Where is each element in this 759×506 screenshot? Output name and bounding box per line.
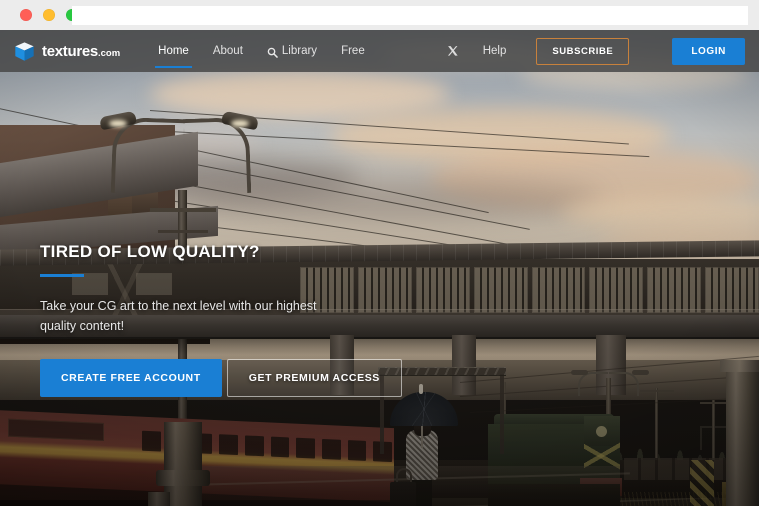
platform-column-cap — [720, 360, 759, 372]
street-lamp-arm — [609, 372, 639, 396]
street-lamp-head — [632, 370, 649, 375]
hero-cta-group: CREATE FREE ACCOUNT GET PREMIUM ACCESS — [40, 358, 460, 397]
close-window-button[interactable] — [20, 9, 32, 21]
bridge-window — [647, 267, 702, 313]
logo-name: textures — [42, 42, 98, 60]
train-window — [244, 435, 264, 457]
bridge-window — [589, 267, 644, 313]
logo-wordmark: textures.com — [42, 44, 120, 59]
street-lamp-crossarm — [158, 230, 208, 233]
site-navbar: textures.com Home About Library Free Hel… — [0, 30, 759, 72]
train-window — [347, 440, 367, 461]
hero-subtitle: Take your CG art to the next level with … — [40, 299, 317, 334]
search-icon — [267, 47, 278, 58]
train-window — [270, 436, 290, 458]
suitcase — [390, 482, 416, 506]
train-window — [142, 430, 161, 452]
logo-tld: .com — [97, 47, 121, 59]
nav-item-about[interactable]: About — [201, 30, 255, 72]
window-traffic-lights — [20, 9, 78, 21]
trash-bin — [148, 492, 170, 506]
nav-item-home-label: Home — [158, 45, 189, 57]
nav-item-home[interactable]: Home — [146, 30, 201, 72]
locomotive-headlight — [596, 426, 607, 437]
street-lamp-crossarm — [150, 208, 216, 212]
train-window — [219, 434, 238, 456]
nav-item-library-label: Library — [281, 45, 318, 57]
hero-accent-bar — [40, 274, 84, 277]
browser-chrome — [0, 0, 759, 30]
primary-nav: Home About Library Free — [146, 30, 377, 72]
platform-column-base — [156, 470, 210, 486]
address-bar[interactable] — [72, 6, 748, 25]
catenary-crossarm — [640, 390, 674, 392]
site-logo[interactable]: textures.com — [14, 41, 120, 62]
street-lamp-arm — [110, 116, 186, 196]
gantry-leg — [500, 374, 504, 454]
subscribe-button[interactable]: SUBSCRIBE — [536, 37, 630, 65]
secondary-nav: Help SUBSCRIBE — [435, 30, 630, 72]
train-window — [296, 437, 315, 459]
bridge-window — [705, 267, 759, 313]
catenary-crossarm — [700, 402, 726, 404]
create-free-account-button[interactable]: CREATE FREE ACCOUNT — [40, 358, 222, 397]
street-lamp-arm — [182, 116, 252, 196]
webpage-viewport: textures.com Home About Library Free Hel… — [0, 30, 759, 506]
nav-item-free[interactable]: Free — [329, 30, 377, 72]
street-lamp-head — [571, 370, 588, 375]
street-lamp-light — [231, 120, 249, 127]
login-button[interactable]: LOGIN — [672, 37, 745, 65]
nav-item-about-label: About — [212, 45, 243, 57]
social-link-x[interactable] — [435, 30, 471, 72]
nav-item-help[interactable]: Help — [471, 30, 519, 72]
get-premium-access-button[interactable]: GET PREMIUM ACCESS — [226, 358, 402, 397]
train-window — [321, 438, 341, 460]
hero-title: TIRED OF LOW QUALITY? — [40, 242, 260, 261]
platform-column — [726, 360, 759, 506]
nav-item-help-label: Help — [482, 45, 507, 57]
cube-icon — [15, 41, 34, 61]
bridge-window — [473, 267, 528, 313]
hero-content: TIRED OF LOW QUALITY? Take your CG art t… — [40, 242, 460, 397]
nav-item-free-label: Free — [341, 45, 365, 57]
street-lamp-light — [109, 120, 127, 127]
x-twitter-icon — [447, 46, 458, 56]
hazard-stripe-post — [690, 460, 714, 506]
bridge-window — [531, 267, 586, 313]
nav-item-library[interactable]: Library — [255, 30, 329, 72]
street-lamp-arm — [578, 372, 608, 396]
minimize-window-button[interactable] — [43, 9, 55, 21]
